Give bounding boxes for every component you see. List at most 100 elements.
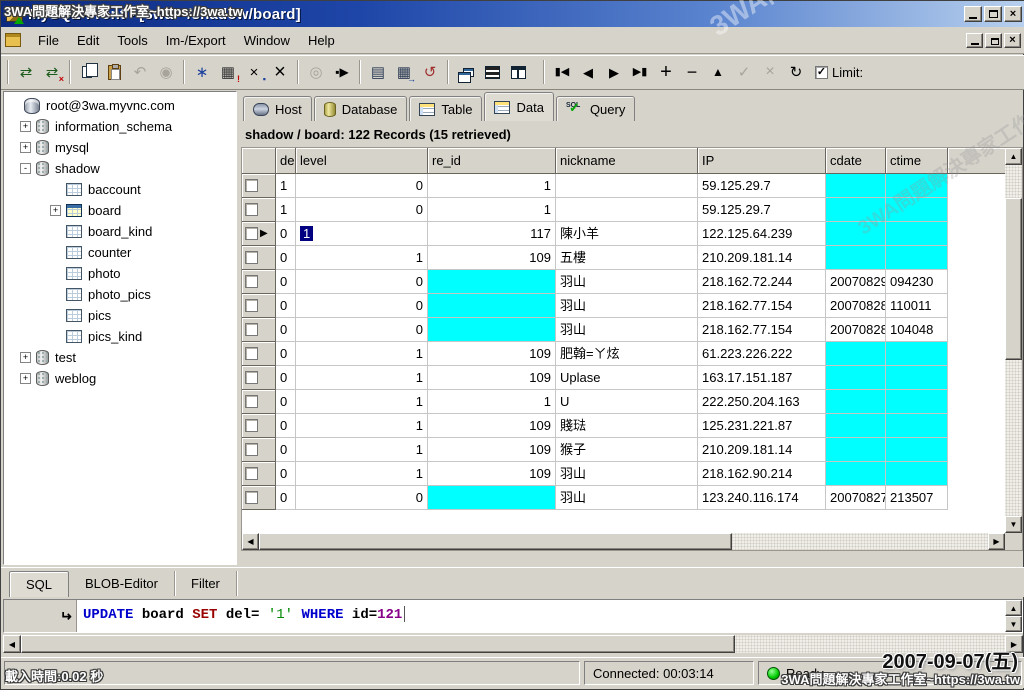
cell-nickname[interactable]: 賤琺: [556, 414, 698, 438]
run-button[interactable]: ▪▶: [329, 59, 355, 85]
tree-item-weblog[interactable]: +weblog: [4, 368, 236, 389]
cell-de[interactable]: 0: [276, 390, 296, 414]
cell-re_id[interactable]: [428, 270, 556, 294]
row-selector[interactable]: [242, 414, 276, 438]
cell-ip[interactable]: 218.162.90.214: [698, 462, 826, 486]
cell-re_id[interactable]: 1: [428, 174, 556, 198]
tile-horizontally-button[interactable]: [479, 59, 505, 85]
cell-ctime[interactable]: [886, 174, 948, 198]
cell-ip[interactable]: 125.231.221.87: [698, 414, 826, 438]
cell-level[interactable]: 1: [296, 366, 428, 390]
cell-nickname[interactable]: 羽山: [556, 318, 698, 342]
row-checkbox[interactable]: [245, 395, 258, 408]
cell-ctime[interactable]: [886, 366, 948, 390]
menu-im-export[interactable]: Im-/Export: [157, 30, 235, 51]
row-checkbox[interactable]: [245, 251, 258, 264]
cell-cdate[interactable]: [826, 366, 886, 390]
cell-level[interactable]: 1: [296, 438, 428, 462]
cell-ctime[interactable]: [886, 438, 948, 462]
editor-scroll-left-icon[interactable]: ◀: [3, 635, 21, 653]
cell-nickname[interactable]: 陳小羊: [556, 222, 698, 246]
row-selector[interactable]: [242, 462, 276, 486]
cell-cdate[interactable]: [826, 462, 886, 486]
column-header-nickname[interactable]: nickname: [556, 148, 698, 174]
tree-item-board[interactable]: +board: [4, 200, 236, 221]
row-selector[interactable]: [242, 318, 276, 342]
row-checkbox[interactable]: [245, 179, 258, 192]
cell-nickname[interactable]: [556, 174, 698, 198]
tree-item-test[interactable]: +test: [4, 347, 236, 368]
cell-ip[interactable]: 222.250.204.163: [698, 390, 826, 414]
cell-re_id[interactable]: [428, 318, 556, 342]
cell-cdate[interactable]: 20070829: [826, 270, 886, 294]
cell-de[interactable]: 0: [276, 366, 296, 390]
column-header-re_id[interactable]: re_id: [428, 148, 556, 174]
disconnect-button[interactable]: ⇄×: [39, 59, 65, 85]
editor-horizontal-thumb[interactable]: [21, 635, 735, 653]
cell-cdate[interactable]: 20070828: [826, 318, 886, 342]
tree-item-baccount[interactable]: baccount: [4, 179, 236, 200]
row-checkbox[interactable]: [245, 299, 258, 312]
cell-re_id[interactable]: 109: [428, 246, 556, 270]
grid-horizontal-scrollbar[interactable]: ◀ ▶: [242, 533, 1005, 550]
bottom-tab-sql[interactable]: SQL: [9, 571, 69, 597]
cell-re_id[interactable]: 109: [428, 366, 556, 390]
cell-ip[interactable]: 210.209.181.14: [698, 438, 826, 462]
cell-re_id[interactable]: [428, 486, 556, 510]
last-record-button[interactable]: ▶▮: [627, 59, 653, 85]
cell-ctime[interactable]: 094230: [886, 270, 948, 294]
row-selector[interactable]: [242, 270, 276, 294]
cell-ip[interactable]: 122.125.64.239: [698, 222, 826, 246]
tile-vertically-button[interactable]: [505, 59, 531, 85]
cell-ctime[interactable]: [886, 414, 948, 438]
row-selector[interactable]: [242, 438, 276, 462]
expand-icon[interactable]: +: [50, 205, 61, 216]
tree-item-pics[interactable]: pics: [4, 305, 236, 326]
cell-ctime[interactable]: [886, 198, 948, 222]
tree-item-pics-kind[interactable]: pics_kind: [4, 326, 236, 347]
cell-cdate[interactable]: [826, 438, 886, 462]
copy-button[interactable]: [75, 59, 101, 85]
row-selector[interactable]: [242, 174, 276, 198]
cell-level[interactable]: 1: [296, 222, 428, 246]
cell-ip[interactable]: 218.162.77.154: [698, 318, 826, 342]
row-checkbox[interactable]: [245, 491, 258, 504]
cell-ip[interactable]: 59.125.29.7: [698, 174, 826, 198]
delete-record-button[interactable]: −: [679, 59, 705, 85]
cell-level[interactable]: 0: [296, 198, 428, 222]
cell-level[interactable]: 0: [296, 270, 428, 294]
cell-nickname[interactable]: 肥翰=ㄚ炫: [556, 342, 698, 366]
cell-de[interactable]: 1: [276, 198, 296, 222]
alter-table-button[interactable]: ▦!: [215, 59, 241, 85]
drop-object-button[interactable]: ×▪: [241, 59, 267, 85]
menu-help[interactable]: Help: [299, 30, 344, 51]
cell-de[interactable]: 0: [276, 462, 296, 486]
prior-record-button[interactable]: ◀: [575, 59, 601, 85]
tree-item-mysql[interactable]: +mysql: [4, 137, 236, 158]
tab-host[interactable]: Host: [243, 96, 312, 121]
scroll-right-arrow-icon[interactable]: ▶: [988, 533, 1005, 550]
tree-item-board-kind[interactable]: board_kind: [4, 221, 236, 242]
row-checkbox[interactable]: [245, 443, 258, 456]
cell-ctime[interactable]: [886, 342, 948, 366]
cell-cdate[interactable]: [826, 390, 886, 414]
cell-level[interactable]: 1: [296, 342, 428, 366]
first-record-button[interactable]: ▮◀: [549, 59, 575, 85]
cell-re_id[interactable]: 109: [428, 342, 556, 366]
cell-ctime[interactable]: 104048: [886, 318, 948, 342]
column-header-level[interactable]: level: [296, 148, 428, 174]
child-close-button[interactable]: ×: [1004, 33, 1021, 48]
scroll-up-arrow-icon[interactable]: ▲: [1005, 148, 1022, 165]
cell-de[interactable]: 0: [276, 294, 296, 318]
cell-level[interactable]: 1: [296, 390, 428, 414]
create-object-button[interactable]: ∗: [189, 59, 215, 85]
bottom-tab-filter[interactable]: Filter: [175, 571, 237, 596]
cell-ip[interactable]: 123.240.116.174: [698, 486, 826, 510]
expand-icon[interactable]: +: [20, 121, 31, 132]
cell-cdate[interactable]: [826, 198, 886, 222]
cell-nickname[interactable]: 猴子: [556, 438, 698, 462]
cell-ctime[interactable]: [886, 462, 948, 486]
cell-nickname[interactable]: 羽山: [556, 270, 698, 294]
tree-item-information-schema[interactable]: +information_schema: [4, 116, 236, 137]
editor-horizontal-scrollbar[interactable]: ◀ ▶: [3, 635, 1023, 653]
